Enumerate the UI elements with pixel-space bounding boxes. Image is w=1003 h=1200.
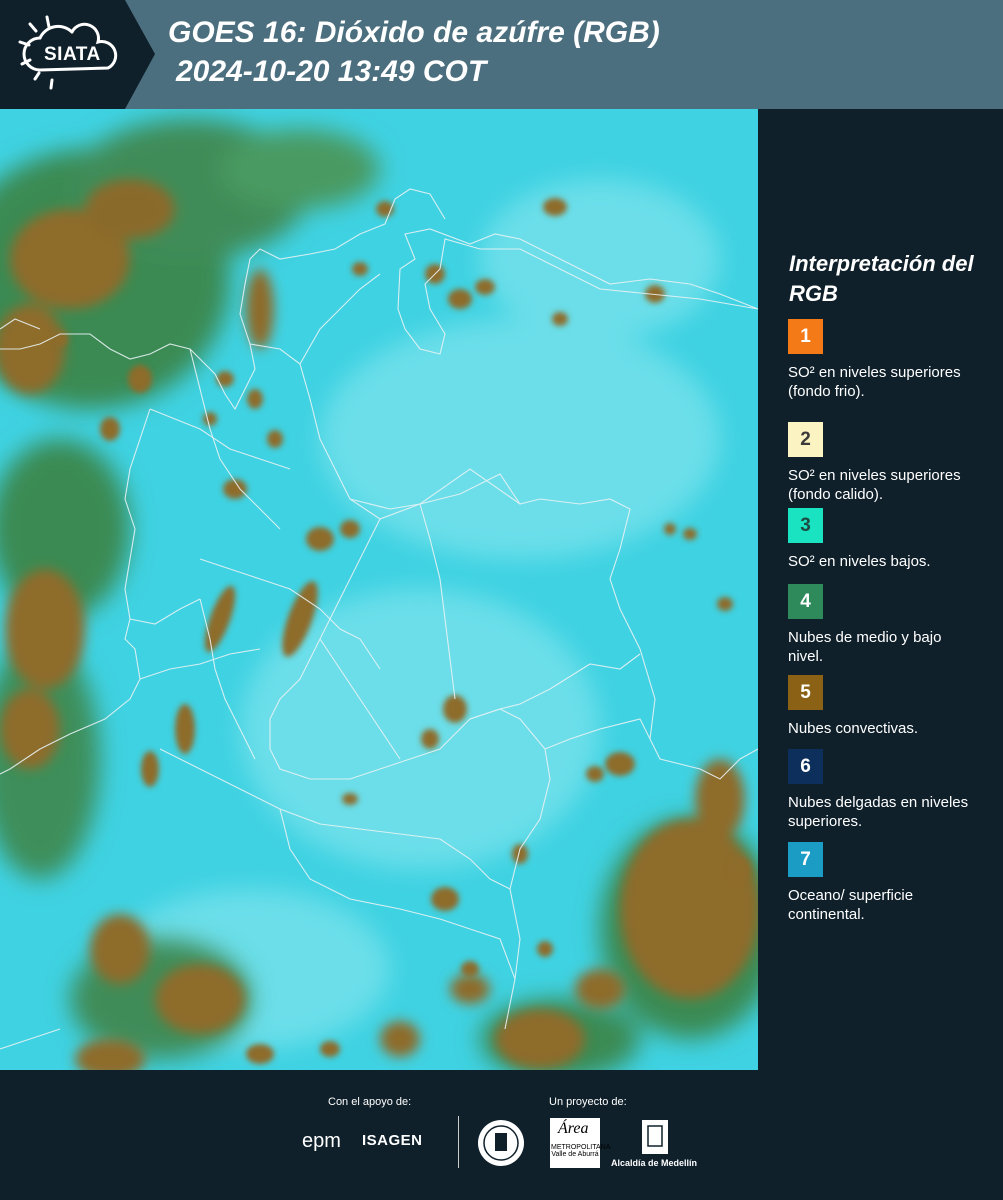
logo-text: SIATA [44,44,101,65]
area-metropolitana-logo: Área [550,1118,600,1168]
legend-label: Nubes convectivas. [788,720,919,737]
support-label: Con el apoyo de: [328,1096,412,1108]
isagen-logo: ISAGEN [362,1132,423,1149]
alcaldia-text: Alcaldía de Medellín [611,1158,698,1168]
footer-divider [458,1116,459,1168]
legend-swatch: 7 [788,842,823,877]
legend-swatch: 6 [788,749,823,784]
legend-label: SO² en niveles superiores (fondo frio). [788,364,961,400]
legend-title: Interpretación del RGB [789,251,974,306]
footer: Con el apoyo de: Un proyecto de: epm ISA… [0,1070,1003,1200]
legend-item: 4 Nubes de medio y bajo nivel. [788,584,978,666]
legend-label: SO² en niveles bajos. [788,553,931,570]
satellite-map [0,109,758,1070]
legend-swatch: 1 [788,319,823,354]
area-logo-script: Área [558,1120,589,1137]
legend-swatch: 3 [788,508,823,543]
page-title: GOES 16: Dióxido de azúfre (RGB) [168,16,660,49]
legend-label: SO² en niveles superiores (fondo calido)… [788,467,961,503]
alcaldia-shield-icon [642,1120,668,1154]
legend-panel: Interpretación del RGB 1 SO² en niveles s… [760,109,1003,1070]
legend-item: 6 Nubes delgadas en niveles superiores. [788,749,978,831]
legend-item: 2 SO² en niveles superiores (fondo calido… [788,422,978,504]
epm-logo: epm [302,1130,341,1152]
legend-item: 1 SO² en niveles superiores (fondo frio). [788,319,978,401]
page-timestamp: 2024-10-20 13:49 COT [176,55,487,88]
legend-swatch: 4 [788,584,823,619]
legend-swatch: 2 [788,422,823,457]
legend-label: Oceano/ superficie continental. [788,887,914,923]
medellin-seal-icon [478,1120,524,1166]
legend-item: 3 SO² en niveles bajos. [788,508,978,571]
legend-swatch: 5 [788,675,823,710]
project-label: Un proyecto de: [549,1096,627,1108]
siata-logo: SIATA [0,0,155,109]
legend-item: 7 Oceano/ superficie continental. [788,842,978,924]
area-logo-text: METROPOLITANA Valle de Aburrá [551,1144,611,1158]
legend-item: 5 Nubes convectivas. [788,675,978,738]
header-bar: SIATA GOES 16: Dióxido de azúfre (RGB) 2… [0,0,1003,109]
legend-label: Nubes de medio y bajo nivel. [788,629,942,665]
legend-label: Nubes delgadas en niveles superiores. [788,794,969,830]
